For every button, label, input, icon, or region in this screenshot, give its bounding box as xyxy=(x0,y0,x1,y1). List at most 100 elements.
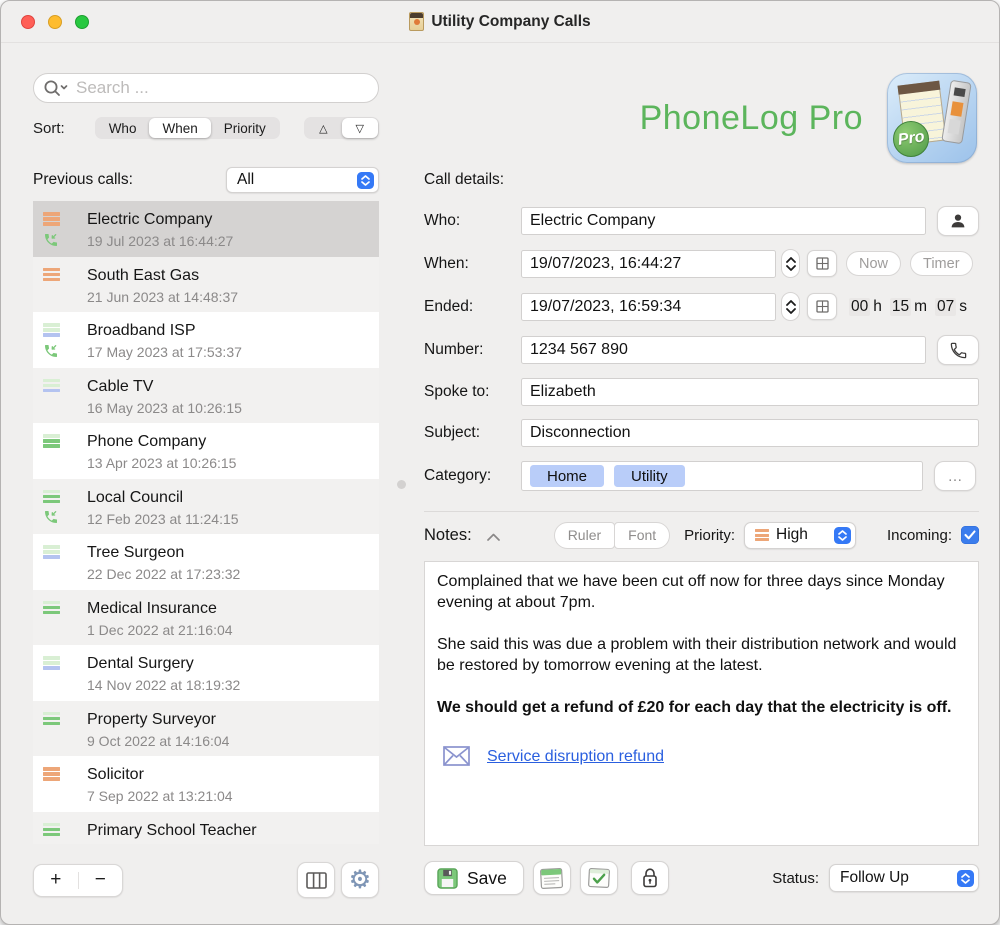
call-datetime: 14 Nov 2022 at 18:19:32 xyxy=(87,674,240,696)
priority-bars-icon xyxy=(43,212,60,226)
email-template-link[interactable]: Service disruption refund xyxy=(487,746,664,767)
call-list-item[interactable]: South East Gas 21 Jun 2023 at 14:48:37 xyxy=(33,257,379,313)
priority-bars-icon xyxy=(43,434,60,448)
priority-bars-icon xyxy=(43,490,60,504)
call-list-item[interactable]: Primary School Teacher xyxy=(33,812,379,845)
status-popup[interactable]: Follow Up xyxy=(829,864,979,892)
popup-stepper-icon xyxy=(957,870,974,887)
call-name: South East Gas xyxy=(87,265,238,286)
call-datetime: 16 May 2023 at 10:26:15 xyxy=(87,397,242,419)
save-button[interactable]: Save xyxy=(424,861,524,895)
call-datetime: 13 Apr 2023 at 10:26:15 xyxy=(87,452,236,474)
subject-field[interactable]: Disconnection xyxy=(521,419,979,447)
call-list-item[interactable]: Medical Insurance 1 Dec 2022 at 21:16:04 xyxy=(33,590,379,646)
incoming-call-icon xyxy=(43,343,59,364)
call-name: Phone Company xyxy=(87,431,236,452)
pro-badge: Pro xyxy=(897,128,926,150)
number-field[interactable]: 1234 567 890 xyxy=(521,336,926,364)
lock-icon xyxy=(642,868,658,888)
priority-label: Priority: xyxy=(684,527,735,544)
ended-stepper[interactable] xyxy=(781,292,800,321)
add-reminder-button[interactable] xyxy=(580,861,618,895)
phone-icon xyxy=(949,341,968,360)
spoke-to-label: Spoke to: xyxy=(424,383,521,401)
call-details-header: Call details: xyxy=(424,171,504,189)
sort-segmented-control: Who When Priority xyxy=(95,117,280,139)
call-datetime: 9 Oct 2022 at 14:16:04 xyxy=(87,730,229,752)
call-list-item[interactable]: Cable TV 16 May 2023 at 10:26:15 xyxy=(33,368,379,424)
lock-button[interactable] xyxy=(631,861,669,895)
notes-label: Notes: xyxy=(424,526,472,545)
remove-call-button[interactable]: − xyxy=(79,865,123,896)
settings-gear-button[interactable]: ⚙ xyxy=(341,862,379,898)
pane-splitter-handle[interactable] xyxy=(397,480,406,489)
calendar-grid-icon xyxy=(816,257,829,270)
now-button[interactable]: Now xyxy=(846,251,901,276)
sort-option-when[interactable]: When xyxy=(149,118,210,138)
priority-bars-icon xyxy=(43,656,60,670)
call-datetime: 1 Dec 2022 at 21:16:04 xyxy=(87,619,233,641)
status-value: Follow Up xyxy=(840,869,909,887)
contact-button[interactable] xyxy=(937,206,979,236)
call-datetime: 12 Feb 2023 at 11:24:15 xyxy=(87,508,239,530)
category-field[interactable]: Home Utility xyxy=(521,461,923,491)
priority-bars-icon xyxy=(43,712,60,726)
add-to-calendar-button[interactable] xyxy=(533,861,571,895)
notes-paragraph: Complained that we have been cut off now… xyxy=(437,571,966,613)
incoming-checkbox[interactable] xyxy=(961,526,979,544)
call-datetime: 7 Sep 2022 at 13:21:04 xyxy=(87,785,233,807)
when-field[interactable]: 19/07/2023, 16:44:27 xyxy=(521,250,776,278)
call-name: Electric Company xyxy=(87,209,233,230)
ended-calendar-button[interactable] xyxy=(807,293,837,320)
call-list-item[interactable]: Dental Surgery 14 Nov 2022 at 18:19:32 xyxy=(33,645,379,701)
spoke-to-field[interactable]: Elizabeth xyxy=(521,378,979,406)
call-list-item[interactable]: Electric Company 19 Jul 2023 at 16:44:27 xyxy=(33,201,379,257)
priority-popup[interactable]: High xyxy=(744,522,856,549)
call-name: Cable TV xyxy=(87,376,242,397)
call-list-item[interactable]: Phone Company 13 Apr 2023 at 10:26:15 xyxy=(33,423,379,479)
call-list-item[interactable]: Tree Surgeon 22 Dec 2022 at 17:23:32 xyxy=(33,534,379,590)
sort-ascending-icon[interactable]: △ xyxy=(305,118,341,138)
add-call-button[interactable]: + xyxy=(34,865,78,896)
notes-text-area[interactable]: Complained that we have been cut off now… xyxy=(424,561,979,846)
popup-stepper-icon xyxy=(834,527,851,544)
calls-filter-popup[interactable]: All xyxy=(226,167,379,193)
call-list-item[interactable]: Property Surveyor 9 Oct 2022 at 14:16:04 xyxy=(33,701,379,757)
priority-bars-icon xyxy=(43,601,60,615)
priority-high-icon xyxy=(755,529,769,541)
ended-field[interactable]: 19/07/2023, 16:59:34 xyxy=(521,293,776,321)
incoming-call-icon xyxy=(43,232,59,253)
font-button[interactable]: Font xyxy=(614,522,670,549)
call-name: Local Council xyxy=(87,487,239,508)
priority-bars-icon xyxy=(43,323,60,337)
titlebar: Utility Company Calls xyxy=(1,1,999,43)
search-icon[interactable] xyxy=(43,79,69,102)
window-title: Utility Company Calls xyxy=(431,13,590,31)
when-stepper[interactable] xyxy=(781,249,800,278)
number-label: Number: xyxy=(424,341,521,359)
when-calendar-button[interactable] xyxy=(807,250,837,277)
app-logo-icon: Pro xyxy=(887,73,977,163)
sort-label: Sort: xyxy=(33,120,65,137)
dial-button[interactable] xyxy=(937,335,979,365)
search-input[interactable] xyxy=(33,73,379,103)
call-list-item[interactable]: Local Council 12 Feb 2023 at 11:24:15 xyxy=(33,479,379,535)
sort-descending-icon[interactable]: ▽ xyxy=(342,118,378,138)
columns-view-button[interactable] xyxy=(297,862,335,898)
timer-button[interactable]: Timer xyxy=(910,251,973,276)
ruler-button[interactable]: Ruler xyxy=(554,522,615,549)
close-window-button[interactable] xyxy=(21,15,35,29)
collapse-notes-icon[interactable] xyxy=(487,528,500,546)
call-list-item[interactable]: Broadband ISP 17 May 2023 at 17:53:37 xyxy=(33,312,379,368)
calendar-grid-icon xyxy=(816,300,829,313)
call-list-item[interactable]: Solicitor 7 Sep 2022 at 13:21:04 xyxy=(33,756,379,812)
sort-option-who[interactable]: Who xyxy=(96,118,150,138)
app-name: PhoneLog Pro xyxy=(640,99,863,138)
sort-direction-control: △ ▽ xyxy=(304,117,379,139)
call-name: Broadband ISP xyxy=(87,320,242,341)
who-field[interactable]: Electric Company xyxy=(521,207,926,235)
minimize-window-button[interactable] xyxy=(48,15,62,29)
sort-option-priority[interactable]: Priority xyxy=(211,118,279,138)
zoom-window-button[interactable] xyxy=(75,15,89,29)
category-more-button[interactable]: … xyxy=(934,461,976,491)
